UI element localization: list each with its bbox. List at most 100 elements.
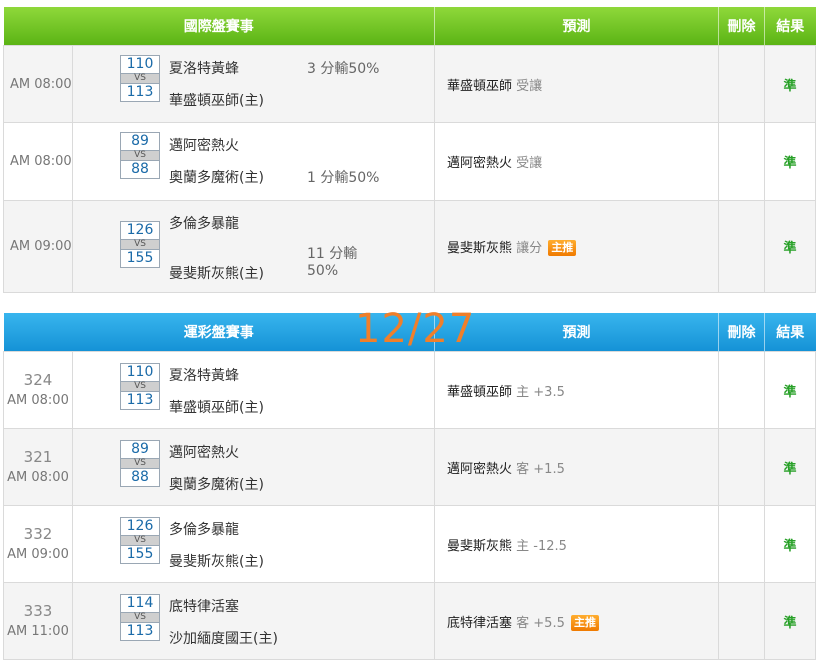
home-team: 奧蘭多魔術(主) <box>169 477 264 493</box>
home-score: 155 <box>120 249 160 268</box>
header-prediction: 預測 <box>434 7 719 46</box>
delete-cell <box>718 582 765 660</box>
home-score: 113 <box>120 391 160 410</box>
game-time: AM 08:00 <box>7 393 69 408</box>
matchup-cell: 126 VS 155 多倫多暴龍 曼斐斯灰熊(主) 11 分輸 50% <box>72 200 435 293</box>
home-team: 奧蘭多魔術(主) <box>169 170 264 186</box>
date-overlay: 12/27 <box>355 306 476 352</box>
game-number: 324 <box>23 371 53 389</box>
game-time: AM 08:00 <box>3 122 73 201</box>
header-prediction: 預測 <box>434 313 719 352</box>
result-cell: 準 <box>764 45 816 123</box>
header-result: 結果 <box>764 7 816 46</box>
vs-label: VS <box>120 613 160 622</box>
vs-label: VS <box>120 382 160 391</box>
featured-pick-badge: 主推 <box>548 240 577 256</box>
pick-team: 曼斐斯灰熊 <box>447 538 513 554</box>
away-score: 89 <box>120 440 160 459</box>
vs-label: VS <box>120 74 160 83</box>
handicap-result-line2: 50% <box>307 263 339 279</box>
matchup-cell: 126 VS 155 多倫多暴龍 曼斐斯灰熊(主) <box>72 505 435 583</box>
table-row: AM 08:00 89 VS 88 邁阿密熱火 奧蘭多魔術(主) 1 分輸50%… <box>3 122 816 201</box>
home-score: 113 <box>120 83 160 102</box>
delete-cell <box>718 351 765 429</box>
vs-label: VS <box>120 459 160 468</box>
pick-team: 底特律活塞 <box>447 615 513 631</box>
table-row: 332 AM 09:00 126 VS 155 多倫多暴龍 曼斐斯灰熊(主) 曼… <box>3 505 816 583</box>
score-box: 89 VS 88 <box>120 132 160 179</box>
score-box: 126 VS 155 <box>120 221 160 268</box>
delete-cell <box>718 428 765 506</box>
prediction-cell: 曼斐斯灰熊 主 -12.5 <box>434 505 719 583</box>
table-row: AM 09:00 126 VS 155 多倫多暴龍 曼斐斯灰熊(主) 11 分輸… <box>3 200 816 293</box>
prediction-cell: 邁阿密熱火 受讓 <box>434 122 719 201</box>
header-event: 國際盤賽事 <box>3 7 435 46</box>
away-team: 多倫多暴龍 <box>169 216 239 232</box>
home-score: 155 <box>120 545 160 564</box>
pick-team: 邁阿密熱火 <box>447 156 513 171</box>
pick-team: 華盛頓巫師 <box>447 384 513 400</box>
result-cell: 準 <box>764 200 816 293</box>
away-team: 邁阿密熱火 <box>169 445 239 461</box>
table-row: 321 AM 08:00 89 VS 88 邁阿密熱火 奧蘭多魔術(主) 邁阿密… <box>3 428 816 506</box>
delete-cell <box>718 45 765 123</box>
delete-cell <box>718 505 765 583</box>
game-time-cell: 333 AM 11:00 <box>3 582 73 660</box>
prediction-cell: 曼斐斯灰熊 讓分 主推 <box>434 200 719 293</box>
matchup-cell: 110 VS 113 夏洛特黃蜂 華盛頓巫師(主) <box>72 351 435 429</box>
matchup-cell: 89 VS 88 邁阿密熱火 奧蘭多魔術(主) 1 分輸50% <box>72 122 435 201</box>
home-team: 華盛頓巫師(主) <box>169 400 264 416</box>
game-time-cell: 321 AM 08:00 <box>3 428 73 506</box>
featured-pick-badge: 主推 <box>571 614 599 631</box>
game-number: 333 <box>23 602 53 620</box>
away-score: 126 <box>120 221 160 240</box>
score-box: 89 VS 88 <box>120 440 160 487</box>
matchup-cell: 114 VS 113 底特律活塞 沙加緬度國王(主) <box>72 582 435 660</box>
matchup-cell: 110 VS 113 夏洛特黃蜂 華盛頓巫師(主) 3 分輸50% <box>72 45 435 123</box>
game-number: 332 <box>23 525 53 543</box>
vs-label: VS <box>120 151 160 160</box>
header-result: 結果 <box>764 313 816 352</box>
vs-label: VS <box>120 536 160 545</box>
result-cell: 準 <box>764 582 816 660</box>
game-time-cell: 332 AM 09:00 <box>3 505 73 583</box>
away-score: 110 <box>120 363 160 382</box>
vs-label: VS <box>120 240 160 249</box>
pick-detail: 受讓 <box>516 156 543 171</box>
home-score: 88 <box>120 160 160 179</box>
away-team: 夏洛特黃蜂 <box>169 368 239 384</box>
pick-detail: 客 +5.5 <box>516 615 565 631</box>
score-box: 114 VS 113 <box>120 594 160 641</box>
away-team: 夏洛特黃蜂 <box>169 61 239 77</box>
away-team: 邁阿密熱火 <box>169 138 239 154</box>
home-score: 113 <box>120 622 160 641</box>
game-time: AM 11:00 <box>7 624 69 639</box>
game-time: AM 09:00 <box>3 200 73 293</box>
pick-detail: 客 +1.5 <box>516 461 565 477</box>
away-score: 110 <box>120 55 160 74</box>
sports-lottery-table: 運彩盤賽事 預測 刪除 結果 324 AM 08:00 110 VS 113 夏… <box>3 313 816 660</box>
game-time-cell: 324 AM 08:00 <box>3 351 73 429</box>
table-row: 333 AM 11:00 114 VS 113 底特律活塞 沙加緬度國王(主) … <box>3 582 816 660</box>
game-time: AM 09:00 <box>7 547 69 562</box>
handicap-result: 11 分輸 <box>307 246 358 262</box>
result-cell: 準 <box>764 122 816 201</box>
delete-cell <box>718 122 765 201</box>
away-team: 底特律活塞 <box>169 599 239 615</box>
away-score: 114 <box>120 594 160 613</box>
away-score: 126 <box>120 517 160 536</box>
result-cell: 準 <box>764 505 816 583</box>
pick-detail: 讓分 <box>516 241 543 256</box>
game-time: AM 08:00 <box>3 45 73 123</box>
result-cell: 準 <box>764 428 816 506</box>
handicap-result: 3 分輸50% <box>307 61 380 77</box>
pick-detail: 主 -12.5 <box>516 538 567 554</box>
home-team: 沙加緬度國王(主) <box>169 631 278 647</box>
handicap-result: 1 分輸50% <box>307 170 380 186</box>
matchup-cell: 89 VS 88 邁阿密熱火 奧蘭多魔術(主) <box>72 428 435 506</box>
home-score: 88 <box>120 468 160 487</box>
international-table: 國際盤賽事 預測 刪除 結果 AM 08:00 110 VS 113 夏洛特黃蜂… <box>3 7 816 293</box>
score-box: 110 VS 113 <box>120 55 160 102</box>
table-row: AM 08:00 110 VS 113 夏洛特黃蜂 華盛頓巫師(主) 3 分輸5… <box>3 45 816 123</box>
table-row: 324 AM 08:00 110 VS 113 夏洛特黃蜂 華盛頓巫師(主) 華… <box>3 351 816 429</box>
